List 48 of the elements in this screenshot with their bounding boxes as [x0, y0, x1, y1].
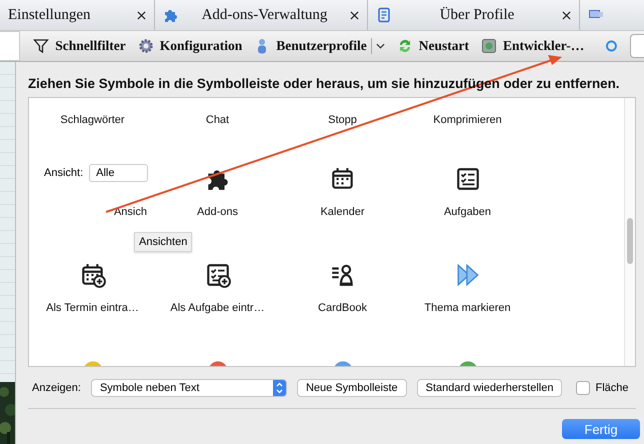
close-icon[interactable]	[562, 10, 571, 20]
close-icon[interactable]	[350, 10, 359, 20]
item-label: Kalender	[320, 206, 365, 218]
item-label: Als Termin eintra…	[46, 302, 139, 314]
item-label: Ansich	[114, 206, 147, 218]
calendar-icon[interactable]	[330, 166, 356, 192]
contact-icon[interactable]	[330, 262, 356, 288]
gear-icon	[138, 38, 154, 54]
chevron-down-icon[interactable]	[376, 43, 385, 49]
dialog-button[interactable]: Standard wiederherstellen	[416, 379, 562, 397]
item-label: Add-ons	[197, 206, 238, 218]
display-dropdown[interactable]: Symbole neben Text	[90, 379, 287, 397]
item-label: Schlagwörter	[60, 114, 125, 126]
item-label: Thema markieren	[424, 302, 511, 314]
item-label: Komprimieren	[433, 114, 502, 126]
close-icon[interactable]	[137, 10, 146, 20]
item-label: Als Aufgabe eintr…	[170, 302, 265, 314]
item-label: Chat	[206, 114, 230, 126]
checkbox[interactable]	[576, 381, 590, 395]
search-field[interactable]	[630, 34, 644, 58]
item-label: Stopp	[328, 114, 357, 126]
checklist-add-icon[interactable]	[204, 262, 230, 288]
developer-icon	[481, 38, 498, 54]
field-label: Ansicht:	[44, 167, 84, 179]
scrollbar[interactable]	[624, 98, 635, 366]
checklist-icon[interactable]	[454, 166, 480, 192]
show-label: Anzeigen:	[32, 382, 81, 394]
double-arrow-icon[interactable]	[454, 262, 480, 288]
toolbar-button[interactable]: Benutzerprofile	[251, 38, 388, 54]
tab[interactable]: Einstellungen	[0, 0, 155, 30]
toolbar-button[interactable]: Schnellfilter	[30, 38, 129, 54]
filter-icon	[33, 38, 50, 54]
calendar-add-icon[interactable]	[80, 262, 106, 288]
toolbar-button[interactable]: Neustart	[394, 38, 472, 54]
dialog-button[interactable]: Neue Symbolleiste	[296, 379, 407, 397]
tab[interactable]: Add-ons-Verwaltung	[155, 0, 368, 30]
tab[interactable]: Über Profile	[368, 0, 580, 30]
view-dropdown[interactable]: Alle	[89, 164, 148, 182]
toolbar-field[interactable]	[0, 31, 20, 61]
checkbox-label: Fläche	[595, 382, 628, 394]
item-label: Aufgaben	[444, 206, 492, 218]
stepper-icon[interactable]	[272, 380, 286, 396]
puzzle-icon	[163, 7, 179, 23]
toolbar-button[interactable]: Konfiguration	[134, 38, 246, 54]
item-label: CardBook	[318, 302, 367, 314]
toolbar-button[interactable]: Entwickler-…	[478, 38, 588, 54]
document-icon	[376, 7, 392, 23]
tooltip: Ansichten	[134, 232, 192, 252]
